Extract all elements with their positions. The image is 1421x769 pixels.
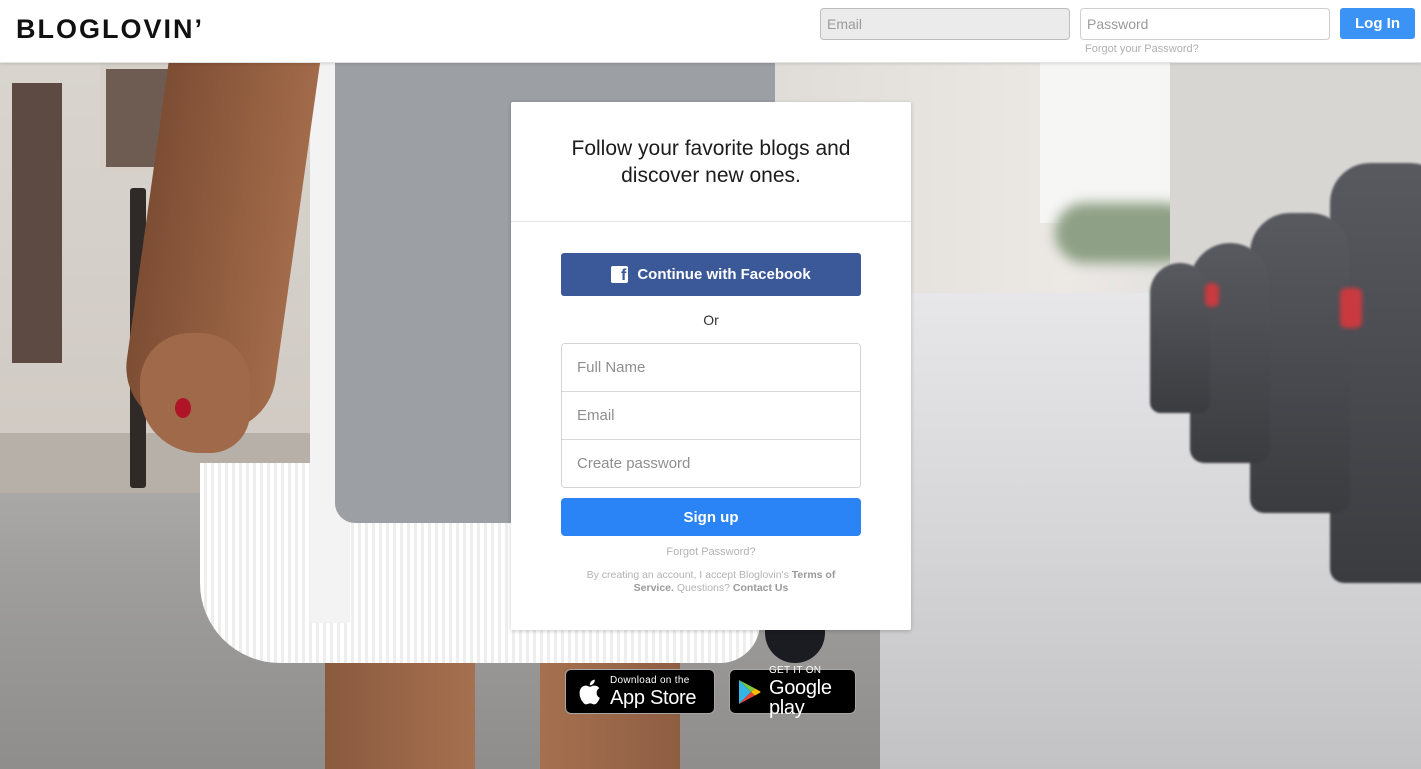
facebook-icon: f xyxy=(611,266,629,284)
app-store-big-label: App Store xyxy=(610,686,697,709)
signup-email-input[interactable] xyxy=(562,392,860,440)
google-play-small-label: GET IT ON xyxy=(768,664,822,676)
signup-fields-group xyxy=(561,343,861,488)
terms-notice: By creating an account, I accept Bloglov… xyxy=(571,569,851,595)
terms-questions: Questions? xyxy=(676,582,730,594)
signup-card-header: Follow your favorite blogs and discover … xyxy=(511,102,911,222)
header-forgot-password-link[interactable]: Forgot your Password? xyxy=(1085,43,1199,55)
background-car xyxy=(1150,263,1210,413)
background-hand xyxy=(140,333,250,453)
background-nail xyxy=(175,398,191,418)
login-button[interactable]: Log In xyxy=(1340,8,1415,39)
or-divider-label: Or xyxy=(703,312,719,328)
signup-card: Follow your favorite blogs and discover … xyxy=(511,102,911,630)
background-tail-light xyxy=(1205,283,1219,307)
signup-headline: Follow your favorite blogs and discover … xyxy=(571,136,851,187)
terms-prefix: By creating an account, I accept Bloglov… xyxy=(586,569,789,581)
background-sky xyxy=(1040,63,1180,223)
create-password-input[interactable] xyxy=(562,440,860,487)
contact-us-link[interactable]: Contact Us xyxy=(733,582,788,594)
header-password-input[interactable] xyxy=(1080,8,1330,40)
continue-with-facebook-button[interactable]: f Continue with Facebook xyxy=(561,253,861,296)
app-store-small-label: Download on the xyxy=(610,674,690,686)
google-play-badge[interactable]: GET IT ON Google play xyxy=(729,664,856,718)
apple-icon xyxy=(574,677,604,707)
sign-up-button[interactable]: Sign up xyxy=(561,498,861,536)
google-play-big-label: Google play xyxy=(768,676,832,719)
background-tail-light xyxy=(1340,288,1362,328)
facebook-button-label: Continue with Facebook xyxy=(637,266,811,283)
google-play-icon xyxy=(738,677,763,707)
full-name-input[interactable] xyxy=(562,344,860,392)
header-email-input[interactable] xyxy=(820,8,1070,40)
forgot-password-link[interactable]: Forgot Password? xyxy=(511,546,911,558)
bloglovin-logo[interactable]: BLOGLOVIN’ xyxy=(16,14,204,45)
top-header: BLOGLOVIN’ Log In Forgot your Password? xyxy=(0,0,1421,63)
background-door xyxy=(12,83,62,363)
app-store-badge[interactable]: Download on the App Store xyxy=(565,669,715,714)
